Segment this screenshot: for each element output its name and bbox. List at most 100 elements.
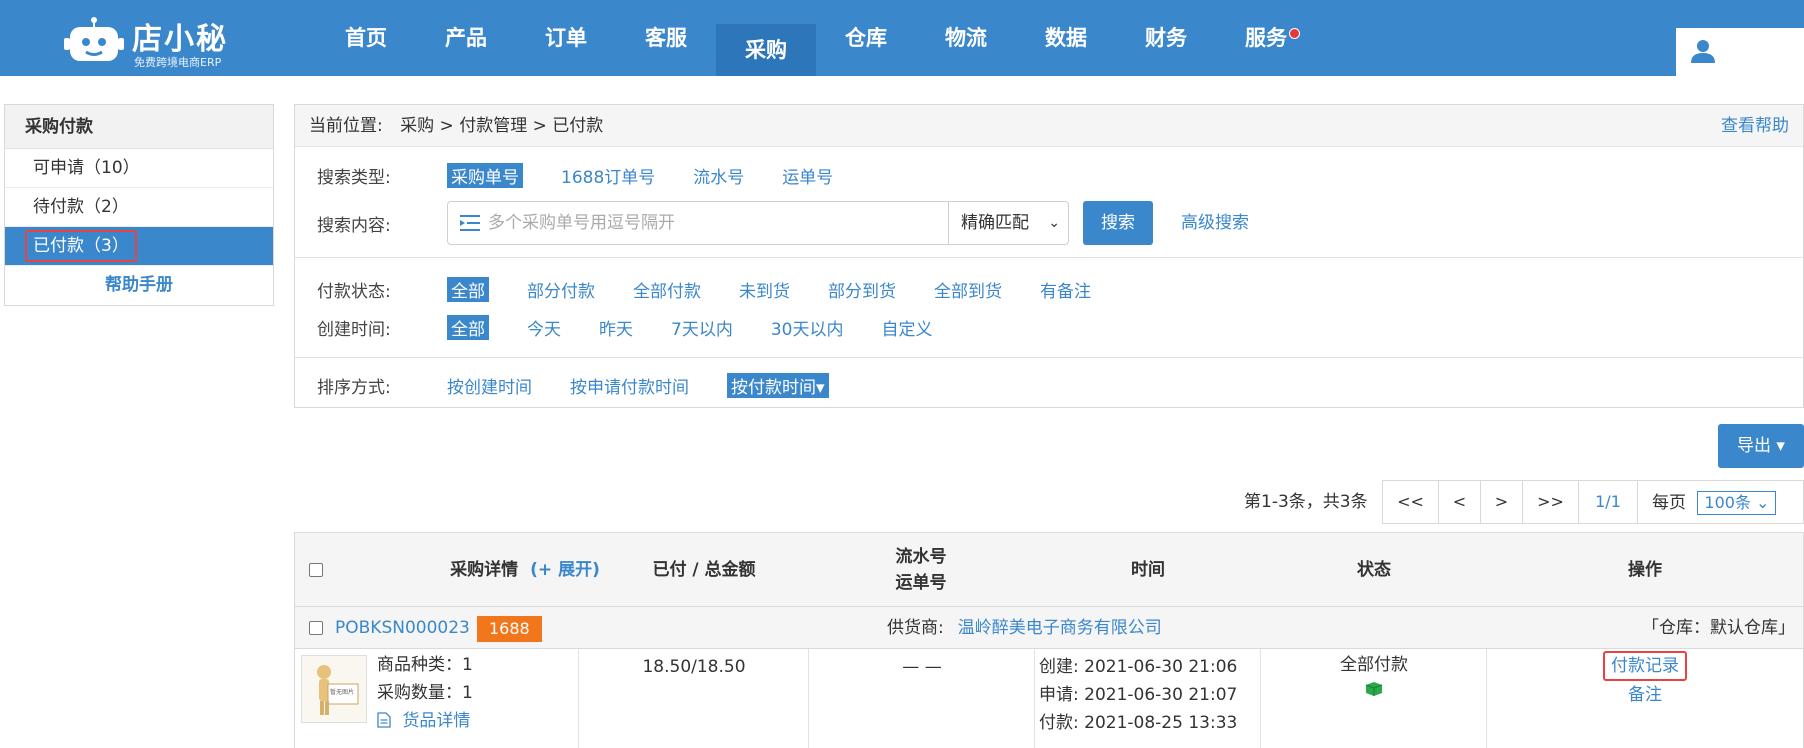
table-header: 采购详情 (+ 展开) 已付 / 总金额 流水号 运单号 时间 状态 操作 — [295, 533, 1803, 607]
nav-orders[interactable]: 订单 — [516, 0, 616, 76]
header-tracking: 运单号 — [895, 573, 947, 593]
note-link[interactable]: 备注 — [1487, 681, 1803, 709]
view-help-link[interactable]: 查看帮助 — [1721, 105, 1789, 147]
logo[interactable]: 店小秘 免费跨境电商ERP — [60, 8, 260, 69]
payment-record-link[interactable]: 付款记录 — [1603, 651, 1687, 681]
product-thumbnail: 暂无图片 — [301, 655, 367, 723]
nav-warehouse[interactable]: 仓库 — [816, 0, 916, 76]
created-yesterday[interactable]: 昨天 — [599, 315, 633, 340]
advanced-search-link[interactable]: 高级搜索 — [1181, 201, 1249, 245]
per-page: 每页 100条 ⌄ — [1638, 480, 1804, 524]
status-cell: 全部付款 — [1261, 649, 1487, 748]
header-serial-tracking: 流水号 运单号 — [807, 533, 1035, 607]
nav-purchase[interactable]: 采购 — [716, 24, 816, 76]
prev-page-button[interactable]: < — [1439, 481, 1481, 523]
sort-applied[interactable]: 按申请付款时间 — [570, 373, 689, 398]
search-type-1688[interactable]: 1688订单号 — [561, 163, 655, 188]
nav-logistics[interactable]: 物流 — [916, 0, 1016, 76]
order-checkbox[interactable] — [309, 621, 323, 635]
detail-cell: 暂无图片 商品种类：1 采购数量：1 货品详情 — [295, 649, 579, 748]
po-number-link[interactable]: POBKSN000023 — [335, 607, 470, 649]
header-serial: 流水号 — [895, 547, 947, 567]
robot-logo-icon — [64, 17, 124, 61]
pay-status-not-arrived[interactable]: 未到货 — [739, 277, 790, 302]
amount-cell: 18.50/18.50 — [579, 649, 809, 748]
pay-status-row: 付款状态: 全部 部分付款 全部付款 未到货 部分到货 全部到货 有备注 — [317, 277, 1129, 302]
top-navbar: 店小秘 免费跨境电商ERP 首页 产品 订单 客服 采购 仓库 物流 数据 财务… — [0, 0, 1804, 76]
nav-data[interactable]: 数据 — [1016, 0, 1116, 76]
logo-subtitle: 免费跨境电商ERP — [134, 56, 222, 69]
search-content-row: 搜索内容: 精确匹配 ⌄ 搜索 高级搜索 — [317, 201, 1517, 245]
goods-detail-link[interactable]: 货品详情 — [377, 707, 470, 735]
pay-status-partial[interactable]: 部分付款 — [527, 277, 595, 302]
orders-table: 采购详情 (+ 展开) 已付 / 总金额 流水号 运单号 时间 状态 操作 PO… — [294, 532, 1804, 748]
sort-label: 排序方式: — [317, 378, 391, 398]
next-page-button[interactable]: > — [1481, 481, 1523, 523]
help-manual-link[interactable]: 帮助手册 — [5, 266, 273, 304]
created-today[interactable]: 今天 — [527, 315, 561, 340]
pay-status-full[interactable]: 全部付款 — [633, 277, 701, 302]
search-button[interactable]: 搜索 — [1083, 201, 1153, 245]
search-content-label: 搜索内容: — [317, 215, 391, 236]
supplier-link[interactable]: 温岭醉美电子商务有限公司 — [958, 618, 1162, 638]
export-button[interactable]: 导出 ▾ — [1718, 424, 1804, 468]
chevron-down-icon: ⌄ — [1048, 215, 1060, 231]
search-type-serial[interactable]: 流水号 — [693, 163, 744, 188]
match-mode-value: 精确匹配 — [961, 213, 1029, 233]
list-icon[interactable] — [460, 214, 480, 232]
nav-services-label: 服务 — [1245, 26, 1287, 50]
pay-status-partial-arrived[interactable]: 部分到货 — [828, 277, 896, 302]
breadcrumb: 当前位置: 采购 > 付款管理 > 已付款 查看帮助 — [295, 105, 1803, 147]
pay-status-all[interactable]: 全部 — [447, 277, 489, 302]
action-cell: 付款记录 备注 — [1487, 649, 1803, 748]
created-custom[interactable]: 自定义 — [881, 315, 932, 340]
sidebar-item-applicable[interactable]: 可申请（10） — [5, 149, 273, 188]
applied-time: 申请: 2021-06-30 21:07 — [1039, 685, 1238, 705]
per-page-select[interactable]: 100条 ⌄ — [1697, 491, 1777, 515]
search-input[interactable] — [488, 202, 908, 244]
user-menu[interactable] — [1676, 28, 1804, 76]
main-nav: 首页 产品 订单 客服 采购 仓库 物流 数据 财务 服务 — [316, 0, 1316, 76]
purchase-quantity: 采购数量：1 — [377, 683, 473, 703]
nav-services[interactable]: 服务 — [1216, 0, 1316, 76]
nav-products[interactable]: 产品 — [416, 0, 516, 76]
status-text: 全部付款 — [1340, 655, 1408, 675]
sidebar-item-pending[interactable]: 待付款（2） — [5, 188, 273, 227]
nav-customer-service[interactable]: 客服 — [616, 0, 716, 76]
match-mode-select[interactable]: 精确匹配 ⌄ — [948, 202, 1068, 244]
created-30days[interactable]: 30天以内 — [771, 315, 844, 340]
per-page-label: 每页 — [1652, 493, 1686, 513]
pay-status-has-note[interactable]: 有备注 — [1040, 277, 1091, 302]
table-row: 暂无图片 商品种类：1 采购数量：1 货品详情 18.50/18.50 — — … — [295, 649, 1803, 748]
serial-value: — — — [902, 657, 942, 677]
created-7days[interactable]: 7天以内 — [671, 315, 733, 340]
created-time-label: 创建时间: — [317, 320, 391, 340]
sidebar-item-paid[interactable]: 已付款（3） — [5, 227, 273, 266]
filter-panel: 当前位置: 采购 > 付款管理 > 已付款 查看帮助 搜索类型: 采购单号 16… — [294, 104, 1804, 408]
logo-title: 店小秘 — [132, 22, 228, 57]
first-page-button[interactable]: << — [1383, 481, 1439, 523]
created-all[interactable]: 全部 — [447, 315, 489, 340]
goods-detail-label: 货品详情 — [402, 711, 471, 731]
sort-paid[interactable]: 按付款时间▾ — [727, 373, 829, 398]
document-icon — [377, 712, 391, 728]
user-icon — [1691, 40, 1715, 63]
select-all-cell — [309, 533, 329, 607]
pay-status-all-arrived[interactable]: 全部到货 — [934, 277, 1002, 302]
search-type-label: 搜索类型: — [317, 168, 391, 188]
select-all-checkbox[interactable] — [309, 563, 323, 577]
nav-finance[interactable]: 财务 — [1116, 0, 1216, 76]
search-type-tracking[interactable]: 运单号 — [782, 163, 833, 188]
search-type-po[interactable]: 采购单号 — [447, 163, 523, 188]
last-page-button[interactable]: >> — [1523, 481, 1579, 523]
order-group-row: POBKSN000023 1688 供货商: 温岭醉美电子商务有限公司 「仓库：默… — [295, 607, 1803, 649]
paid-time: 付款: 2021-08-25 13:33 — [1039, 713, 1238, 733]
notification-dot — [1289, 28, 1300, 39]
sidebar-item-paid-label: 已付款（3） — [25, 230, 137, 262]
created-time: 创建: 2021-06-30 21:06 — [1039, 657, 1238, 677]
sort-created[interactable]: 按创建时间 — [447, 373, 532, 398]
nav-home[interactable]: 首页 — [316, 0, 416, 76]
header-detail-label: 采购详情 — [450, 560, 519, 580]
breadcrumb-path: 采购 > 付款管理 > 已付款 — [400, 116, 604, 136]
header-time: 时间 — [1131, 560, 1165, 580]
